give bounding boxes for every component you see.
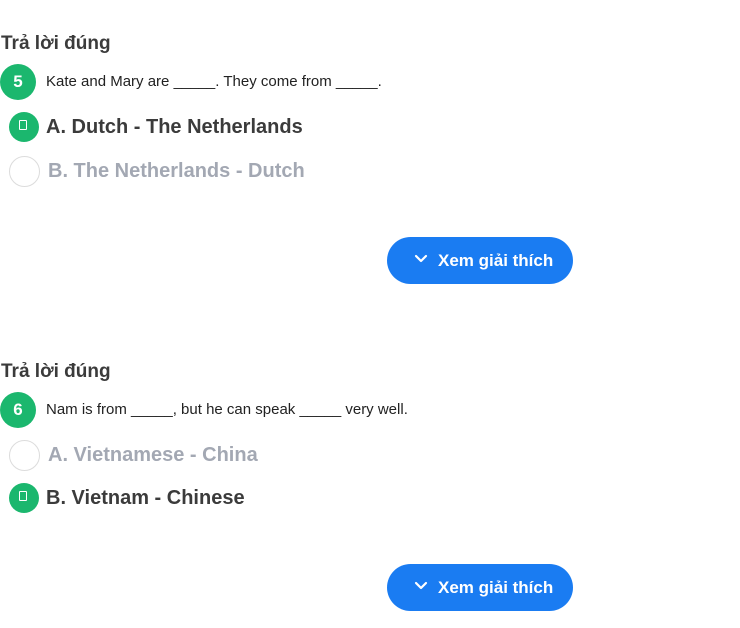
button-label: Xem giải thích xyxy=(438,578,554,597)
button-label: Xem giải thích xyxy=(438,251,554,270)
option-label: B. Vietnam - Chinese xyxy=(46,487,245,509)
option-label: B. The Netherlands - Dutch xyxy=(48,160,305,182)
question-text: Nam is from _____, but he can speak ____… xyxy=(46,401,408,418)
view-explanation-button[interactable]: Xem giải thích xyxy=(387,237,573,284)
chevron-down-icon xyxy=(414,581,428,590)
question-number-badge: 5 xyxy=(0,64,36,100)
option-b[interactable]: B. Vietnam - Chinese xyxy=(9,483,609,515)
check-icon xyxy=(9,112,39,142)
option-a[interactable]: A. Dutch - The Netherlands xyxy=(9,112,609,144)
answer-status: Trả lời đúng xyxy=(1,361,111,382)
option-b[interactable]: B. The Netherlands - Dutch xyxy=(9,156,609,188)
question-number-badge: 6 xyxy=(0,392,36,428)
chevron-down-icon xyxy=(414,254,428,263)
question-text: Kate and Mary are _____. They come from … xyxy=(46,73,382,90)
radio-empty-icon xyxy=(9,156,40,187)
radio-empty-icon xyxy=(9,440,40,471)
question-row: 5 Kate and Mary are _____. They come fro… xyxy=(0,64,700,100)
option-label: A. Dutch - The Netherlands xyxy=(46,116,303,138)
option-label: A. Vietnamese - China xyxy=(48,444,258,466)
view-explanation-button[interactable]: Xem giải thích xyxy=(387,564,573,611)
answer-status: Trả lời đúng xyxy=(1,33,111,54)
question-row: 6 Nam is from _____, but he can speak __… xyxy=(0,392,700,428)
option-a[interactable]: A. Vietnamese - China xyxy=(9,440,609,472)
check-icon xyxy=(9,483,39,513)
